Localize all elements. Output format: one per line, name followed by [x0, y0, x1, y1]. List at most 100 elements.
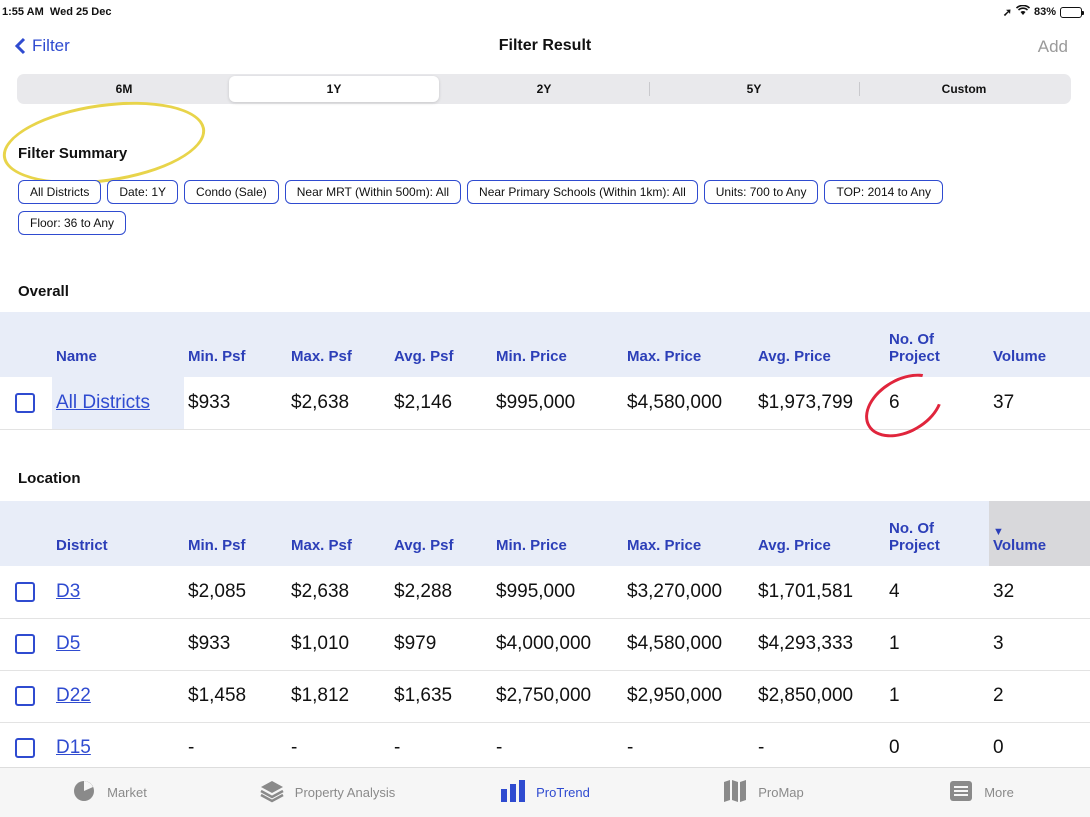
- column-header[interactable]: Volume: [989, 312, 1090, 377]
- filter-chip[interactable]: Near MRT (Within 500m): All: [284, 180, 462, 204]
- status-bar: 1:55 AM Wed 25 Dec ➚ 83%: [0, 0, 1090, 24]
- row-name-link[interactable]: D22: [52, 670, 184, 723]
- period-segmented-control: 6M 1Y 2Y 5Y Custom: [17, 74, 1071, 104]
- row-checkbox-cell: [0, 566, 52, 619]
- period-tab-2y[interactable]: 2Y: [439, 76, 649, 102]
- table-cell: 37: [989, 377, 1090, 430]
- table-cell: $2,146: [390, 377, 492, 430]
- column-header-label: Name: [56, 348, 97, 365]
- table-cell: 3: [989, 618, 1090, 671]
- filter-chip[interactable]: All Districts: [18, 180, 102, 204]
- filter-chip[interactable]: Near Primary Schools (Within 1km): All: [467, 180, 698, 204]
- row-name-link[interactable]: D3: [52, 566, 184, 619]
- period-tab-1y[interactable]: 1Y: [229, 76, 439, 102]
- table-cell: $933: [184, 377, 287, 430]
- tab-label: ProMap: [758, 785, 804, 800]
- tab-more[interactable]: More: [872, 768, 1090, 817]
- table-cell: $933: [184, 618, 287, 671]
- column-header[interactable]: Name: [52, 312, 184, 377]
- period-tab-custom[interactable]: Custom: [859, 76, 1069, 102]
- filter-chip[interactable]: Units: 700 to Any: [703, 180, 819, 204]
- table-cell: $2,288: [390, 566, 492, 619]
- row-checkbox[interactable]: [15, 685, 35, 706]
- column-header[interactable]: Min. Price: [492, 501, 623, 566]
- column-header[interactable]: ▼ Volume: [989, 501, 1090, 566]
- status-right: ➚ 83%: [1003, 4, 1084, 19]
- column-header[interactable]: Avg. Price: [754, 312, 885, 377]
- row-name-link[interactable]: All Districts: [52, 377, 184, 430]
- column-header[interactable]: District: [52, 501, 184, 566]
- column-header-label: Avg. Psf: [394, 537, 454, 554]
- table-cell: $2,085: [184, 566, 287, 619]
- column-header[interactable]: Max. Psf: [287, 312, 390, 377]
- column-header-label: Max. Psf: [291, 348, 352, 365]
- battery-icon: [1060, 6, 1084, 18]
- table-cell: 4: [885, 566, 989, 619]
- column-header[interactable]: Avg. Psf: [390, 312, 492, 377]
- column-header[interactable]: No. Of Project: [885, 312, 989, 377]
- tab-bar: Market Property Analysis ProTrend ProMap Mor…: [0, 767, 1090, 817]
- row-checkbox-cell: [0, 670, 52, 723]
- table-cell: 2: [989, 670, 1090, 723]
- column-header-label: No. Of Project: [889, 520, 940, 554]
- location-table: District Min. Psf Max. Psf Avg. Psf Min. Pri…: [0, 501, 1090, 775]
- column-header[interactable]: Min. Psf: [184, 312, 287, 377]
- filter-chip[interactable]: Date: 1Y: [107, 180, 179, 204]
- tab-property-analysis[interactable]: Property Analysis: [218, 768, 436, 817]
- filter-chips: All Districts Date: 1Y Condo (Sale) Near MR…: [18, 180, 1018, 235]
- add-button[interactable]: Add: [1038, 37, 1068, 57]
- table-row[interactable]: D3 $2,085 $2,638 $2,288 $995,000 $3,270,000 $1…: [0, 566, 1090, 619]
- tab-label: Property Analysis: [294, 785, 396, 800]
- table-row[interactable]: D22 $1,458 $1,812 $1,635 $2,750,000 $2,950,00…: [0, 670, 1090, 723]
- table-cell: $4,293,333: [754, 618, 885, 671]
- row-checkbox[interactable]: [15, 581, 35, 602]
- column-header[interactable]: Max. Price: [623, 312, 754, 377]
- tab-label: More: [984, 785, 1014, 800]
- column-header-label: Volume: [993, 348, 1047, 365]
- row-checkbox[interactable]: [15, 392, 35, 413]
- column-header[interactable]: Max. Price: [623, 501, 754, 566]
- layers-icon: [259, 779, 285, 806]
- table-cell: $1,010: [287, 618, 390, 671]
- tab-market[interactable]: Market: [0, 768, 218, 817]
- column-header[interactable]: Min. Price: [492, 312, 623, 377]
- row-checkbox[interactable]: [15, 633, 35, 654]
- column-header-label: Min. Price: [496, 537, 567, 554]
- table-cell: $1,635: [390, 670, 492, 723]
- column-header[interactable]: Min. Psf: [184, 501, 287, 566]
- table-cell: 1: [885, 670, 989, 723]
- battery-percent: 83%: [1033, 6, 1056, 18]
- row-name-link[interactable]: D5: [52, 618, 184, 671]
- header-checkbox-cell: [0, 501, 52, 566]
- column-header-label: Min. Psf: [188, 537, 246, 554]
- period-tab-5y[interactable]: 5Y: [649, 76, 859, 102]
- table-cell: $979: [390, 618, 492, 671]
- column-header[interactable]: No. Of Project: [885, 501, 989, 566]
- table-cell: $4,580,000: [623, 377, 754, 430]
- filter-chip[interactable]: Condo (Sale): [184, 180, 279, 204]
- period-tab-6m[interactable]: 6M: [19, 76, 229, 102]
- tab-label: ProTrend: [536, 785, 590, 800]
- column-header-label: Avg. Price: [758, 537, 831, 554]
- column-header-label: District: [56, 537, 108, 554]
- row-checkbox[interactable]: [15, 737, 35, 758]
- table-row[interactable]: D5 $933 $1,010 $979 $4,000,000 $4,580,000 $4,2…: [0, 618, 1090, 671]
- table-cell: $2,950,000: [623, 670, 754, 723]
- filter-chip[interactable]: Floor: 36 to Any: [18, 211, 127, 235]
- column-header[interactable]: Max. Psf: [287, 501, 390, 566]
- table-cell: $2,850,000: [754, 670, 885, 723]
- row-checkbox-cell: [0, 618, 52, 671]
- column-header-label: Avg. Price: [758, 348, 831, 365]
- column-header-label: Volume: [993, 537, 1047, 554]
- column-header[interactable]: Avg. Price: [754, 501, 885, 566]
- sort-arrow-icon: ▼: [993, 526, 1004, 538]
- filter-chip[interactable]: TOP: 2014 to Any: [824, 180, 943, 204]
- table-cell: $995,000: [492, 377, 623, 430]
- tab-promap[interactable]: ProMap: [654, 768, 872, 817]
- column-header-label: Max. Price: [627, 348, 702, 365]
- table-cell: 32: [989, 566, 1090, 619]
- tab-protrend[interactable]: ProTrend: [436, 768, 654, 817]
- list-icon: [948, 779, 974, 806]
- column-header[interactable]: Avg. Psf: [390, 501, 492, 566]
- status-time: 1:55 AM Wed 25 Dec: [2, 6, 112, 18]
